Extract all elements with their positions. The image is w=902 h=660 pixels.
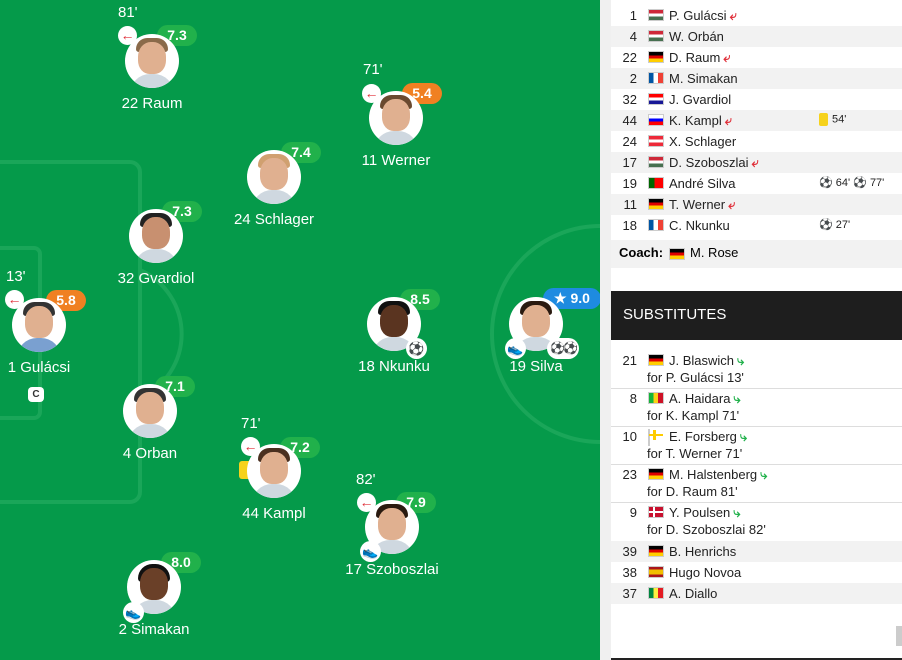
player-photo [247,150,301,204]
sub-on-arrow-icon: ⤷ [760,467,768,482]
goal-ball-icon: ⚽ [819,177,833,189]
sub-minute: 71' [363,61,383,78]
sub-on-arrow-icon: ⤷ [733,505,741,520]
flag-slovenia-icon [648,114,664,126]
substitutes-header: SUBSTITUTES [611,291,902,340]
flag-hungary-icon [648,30,664,42]
lineup-row[interactable]: 11 T. Werner ⤶ [611,194,902,215]
player-name: 22 Raum [121,95,183,112]
flag-germany-icon [669,248,685,260]
flag-senegal-icon [648,587,664,599]
sub-off-arrow-icon: ⤶ [728,197,736,212]
bench-row[interactable]: 39 B. Henrichs [611,541,902,562]
player-name: 17 Szoboszlai [345,561,439,578]
lineup-row[interactable]: 18 C. Nkunku ⚽ 27' [611,215,902,236]
flag-sweden-icon [648,429,663,446]
sub-on-arrow-icon: ⤷ [739,429,748,444]
sub-minute: 71' [241,415,261,432]
goal-ball-icon: ⚽ [819,219,833,231]
player-photo [125,34,179,88]
flag-france-icon [648,219,664,231]
flag-austria-icon [648,135,664,147]
coach-name: M. Rose [690,245,739,260]
lineup-row[interactable]: 17 D. Szoboszlai ⤶ [611,152,902,173]
substitute-row[interactable]: 21 J. Blaswich ⤷ for P. Gulácsi 13' [611,351,902,388]
star-icon: ★ [554,290,567,306]
yellow-card-event: 54' [819,113,846,126]
yellow-card-icon [819,113,828,126]
flag-portugal-icon [648,177,664,189]
goal-ball-icon: ⚽ [406,338,427,359]
sub-off-arrow-icon: ⤶ [729,8,737,23]
player-photo [123,384,177,438]
player-name: 11 Werner [361,152,431,169]
goal-events: ⚽ 64' ⚽ 77' [819,177,885,189]
coach-row[interactable]: Coach: M. Rose [611,240,902,268]
boot-icon: 👟 [123,602,144,623]
scrollbar[interactable] [896,626,902,646]
player-name: 44 Kampl [242,505,306,522]
sub-off-arrow-icon: ⤶ [724,113,733,128]
flag-hungary-icon [648,9,664,21]
lineup-row[interactable]: 4 W. Orbán [611,26,902,47]
goal-ball-icon: ⚽ [853,177,867,189]
bench-row[interactable]: 38 Hugo Novoa [611,562,902,583]
sub-off-arrow-icon: ⤶ [751,155,759,170]
substitute-row[interactable]: 9 Y. Poulsen ⤷ for D. Szoboszlai 82' [611,503,902,540]
player-photo [369,91,423,145]
sub-minute: 81' [118,4,138,21]
player-name: 1 Gulácsi [7,359,71,376]
coach-label: Coach: [619,245,664,260]
substitute-row[interactable]: 23 M. Halstenberg ⤷ for D. Raum 81' [611,465,902,502]
flag-france-icon [648,72,664,84]
flag-mali-icon [648,392,664,404]
captain-badge: C [28,387,44,402]
sub-minute: 82' [356,471,376,488]
lineup-row[interactable]: 44 K. Kampl ⤶ 54' [611,110,902,131]
player-photo [129,209,183,263]
lineup-panel: 1 P. Gulácsi ⤶ 4 W. Orbán 22 D. Raum ⤶ 2 M… [611,0,902,660]
sub-off-arrow-icon: ⤶ [723,50,731,65]
panel-gap [600,0,611,660]
player-photo [247,444,301,498]
lineup-row[interactable]: 19 André Silva ⚽ 64' ⚽ 77' [611,173,902,194]
player-name: 2 Simakan [118,621,190,638]
sub-on-arrow-icon: ⤷ [733,391,741,406]
sub-on-arrow-icon: ⤷ [737,353,745,368]
goal-event: ⚽ 27' [819,219,851,231]
flag-germany-icon [648,545,664,557]
player-name: 4 Orban [122,445,178,462]
flag-hungary-icon [648,156,664,168]
flag-denmark-icon [648,506,664,518]
lineup-row[interactable]: 32 J. Gvardiol [611,89,902,110]
player-name: 32 Gvardiol [117,270,195,287]
flag-spain-icon [648,566,664,578]
player-name: 24 Schlager [233,211,315,228]
flag-germany-icon [648,354,664,366]
sub-minute: 13' [6,268,26,285]
lineup-row[interactable]: 24 X. Schlager [611,131,902,152]
flag-croatia-icon [648,93,664,105]
substitute-row[interactable]: 8 A. Haidara ⤷ for K. Kampl 71' [611,389,902,426]
player-name: 18 Nkunku [358,358,430,375]
pitch: 13' ← 5.8 1 Gulácsi C 81' ← 7.3 22 Raum … [0,0,600,660]
boot-icon: 👟 [505,338,526,359]
two-goals-icon: ⚽⚽ [547,338,579,359]
flag-germany-icon [648,198,664,210]
lineup-row[interactable]: 2 M. Simakan [611,68,902,89]
player-photo [12,298,66,352]
boot-icon: 👟 [360,541,381,562]
lineup-row[interactable]: 22 D. Raum ⤶ [611,47,902,68]
substitute-row[interactable]: 10 E. Forsberg ⤷ for T. Werner 71' [611,427,902,464]
flag-germany-icon [648,51,664,63]
lineup-row[interactable]: 1 P. Gulácsi ⤶ [611,5,902,26]
flag-germany-icon [648,468,664,480]
bench-row[interactable]: 37 A. Diallo [611,583,902,604]
player-name: 19 Silva [509,358,563,375]
